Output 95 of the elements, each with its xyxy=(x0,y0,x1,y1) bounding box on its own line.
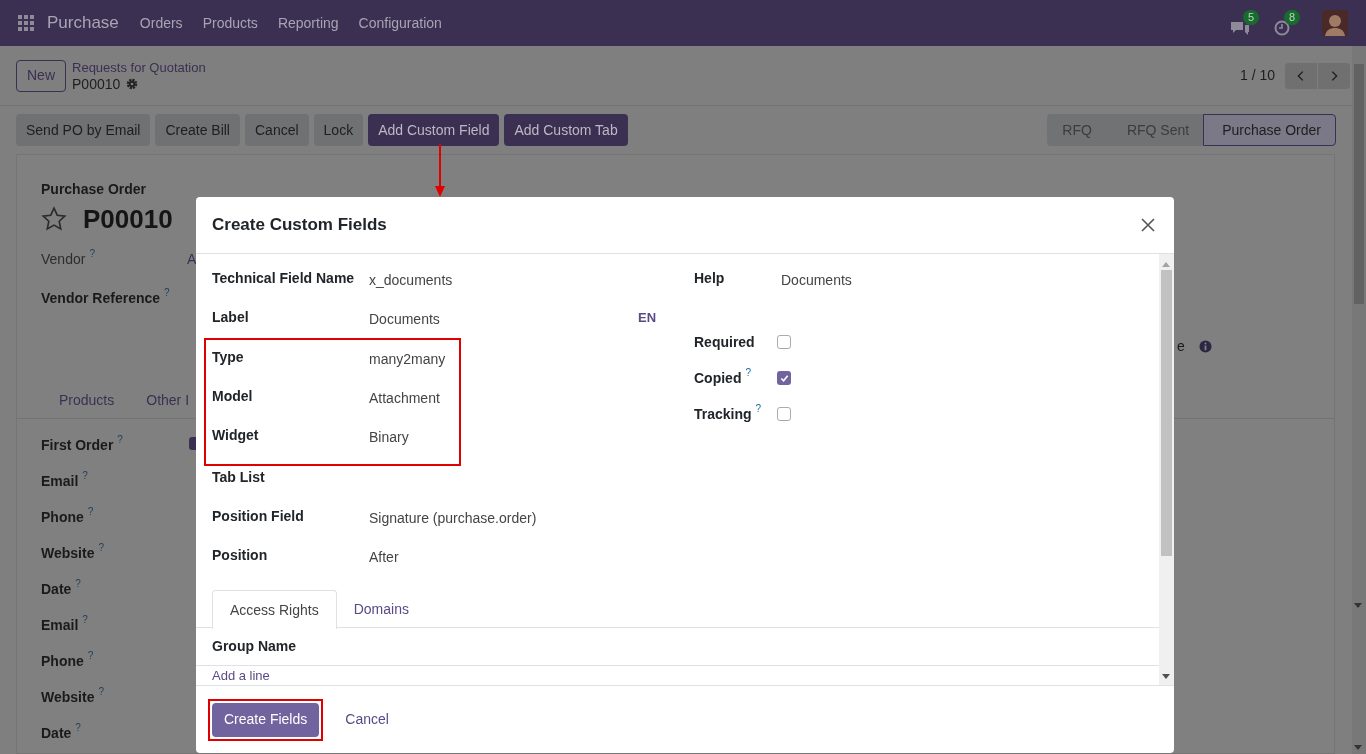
field-value[interactable]: Documents xyxy=(781,270,852,291)
scroll-up-icon xyxy=(1162,262,1170,267)
help-mark[interactable]: ? xyxy=(755,404,762,414)
pager-value: 1 / 10 xyxy=(1239,66,1275,85)
apps-grid-icon[interactable] xyxy=(18,15,34,31)
field-value[interactable]: x_documents xyxy=(369,270,638,291)
scroll-down-icon xyxy=(1354,603,1362,608)
scroll-down-icon xyxy=(1354,745,1362,750)
star-icon[interactable] xyxy=(41,206,67,232)
dialog-tab[interactable]: Domains xyxy=(336,590,426,628)
help-mark[interactable]: ? xyxy=(75,723,81,733)
help-mark[interactable]: ? xyxy=(87,507,94,517)
avatar[interactable] xyxy=(1322,10,1348,36)
close-icon xyxy=(1140,217,1156,233)
menu-item[interactable]: Reporting xyxy=(277,12,339,34)
field-label: Position xyxy=(212,546,269,565)
field-label: Technical Field Name xyxy=(212,269,356,288)
menu-item[interactable]: Orders xyxy=(139,12,183,34)
field-label: Required xyxy=(694,333,755,352)
field-label: Label xyxy=(212,308,250,327)
field-label: Vendor Reference xyxy=(41,289,161,308)
count-badge: 5 xyxy=(1243,10,1260,25)
field-label: Phone xyxy=(41,508,84,527)
field-value[interactable]: After xyxy=(369,547,638,568)
field-label: e xyxy=(1177,337,1185,356)
chat-icon xyxy=(1230,20,1250,36)
help-mark[interactable]: ? xyxy=(745,368,751,378)
help-mark[interactable]: ? xyxy=(98,543,104,553)
help-mark[interactable]: ? xyxy=(98,687,104,697)
menu-item[interactable]: Products xyxy=(202,12,258,34)
scrollbar-thumb[interactable] xyxy=(1161,270,1172,556)
field-value[interactable]: A xyxy=(187,249,197,270)
scroll-down-icon xyxy=(1162,674,1170,679)
column-header: Group Name xyxy=(212,637,296,656)
form-tab[interactable]: Products xyxy=(43,383,131,418)
info-icon xyxy=(1198,340,1212,353)
dialog-tab[interactable]: Access Rights xyxy=(212,590,337,629)
field-value[interactable]: Attachment xyxy=(369,388,440,409)
help-mark[interactable]: ? xyxy=(82,471,88,481)
create-button[interactable]: Create Fields xyxy=(212,702,320,737)
help-mark[interactable]: ? xyxy=(87,651,94,661)
field-label: Copied xyxy=(694,369,742,388)
action-button[interactable]: Cancel xyxy=(245,114,309,146)
field-value[interactable]: Signature (purchase.order) xyxy=(369,508,638,529)
field-value[interactable]: Documents xyxy=(369,309,638,330)
cancel-button[interactable]: Cancel xyxy=(333,702,401,737)
settings-icon[interactable] xyxy=(126,77,139,90)
add-line-link[interactable]: Add a line xyxy=(212,668,270,683)
field-label: Website xyxy=(41,688,95,707)
action-button[interactable]: Add Custom Tab xyxy=(504,114,628,146)
status-step[interactable]: Purchase Order xyxy=(1203,114,1336,146)
help-mark[interactable]: ? xyxy=(89,249,95,259)
next-button[interactable] xyxy=(1318,62,1350,89)
field-label: Tab List xyxy=(212,468,266,487)
field-label: Model xyxy=(212,387,254,406)
record-title: P00010 xyxy=(83,203,173,235)
previous-button[interactable] xyxy=(1285,62,1317,89)
help-mark[interactable]: ? xyxy=(75,579,81,589)
field-value[interactable]: many2many xyxy=(369,349,446,370)
field-label: Position Field xyxy=(212,507,305,526)
action-button[interactable]: Send PO by Email xyxy=(16,114,151,146)
field-label: Website xyxy=(41,544,95,563)
field-label: Date xyxy=(41,724,72,743)
action-button[interactable]: Lock xyxy=(313,114,364,146)
count-badge: 8 xyxy=(1284,10,1301,25)
field-label: First Order xyxy=(41,436,114,455)
field-label: Email xyxy=(41,472,79,491)
checkbox[interactable] xyxy=(777,407,791,421)
clock-icon xyxy=(1274,20,1290,36)
field-value[interactable]: Binary xyxy=(369,427,409,448)
help-mark[interactable]: ? xyxy=(117,435,123,445)
checkbox[interactable] xyxy=(777,335,791,349)
help-mark[interactable]: ? xyxy=(164,288,170,298)
field-label: Type xyxy=(212,348,245,367)
record-name: P00010 xyxy=(72,75,121,92)
app-name[interactable]: Purchase xyxy=(47,10,119,36)
field-label: Tracking xyxy=(694,405,752,424)
field-label: Phone xyxy=(41,652,84,671)
field-label: Date xyxy=(41,580,72,599)
action-button[interactable]: Add Custom Field xyxy=(368,114,500,146)
field-label: Vendor xyxy=(41,250,86,269)
menu-item[interactable]: Configuration xyxy=(358,12,442,34)
dialog-title: Create Custom Fields xyxy=(212,214,388,237)
action-button[interactable]: Create Bill xyxy=(155,114,240,146)
field-label: Email xyxy=(41,616,79,635)
checkbox[interactable] xyxy=(777,371,791,385)
breadcrumb-link[interactable]: Requests for Quotation xyxy=(72,59,206,76)
field-label: Help xyxy=(694,269,726,288)
help-mark[interactable]: ? xyxy=(82,615,88,625)
pointer-arrow xyxy=(434,144,446,198)
language-button[interactable]: EN xyxy=(638,308,657,328)
new-button[interactable]: New xyxy=(16,59,66,92)
form-subtitle: Purchase Order xyxy=(41,181,148,197)
field-label: Widget xyxy=(212,426,260,445)
check-icon xyxy=(779,373,789,383)
